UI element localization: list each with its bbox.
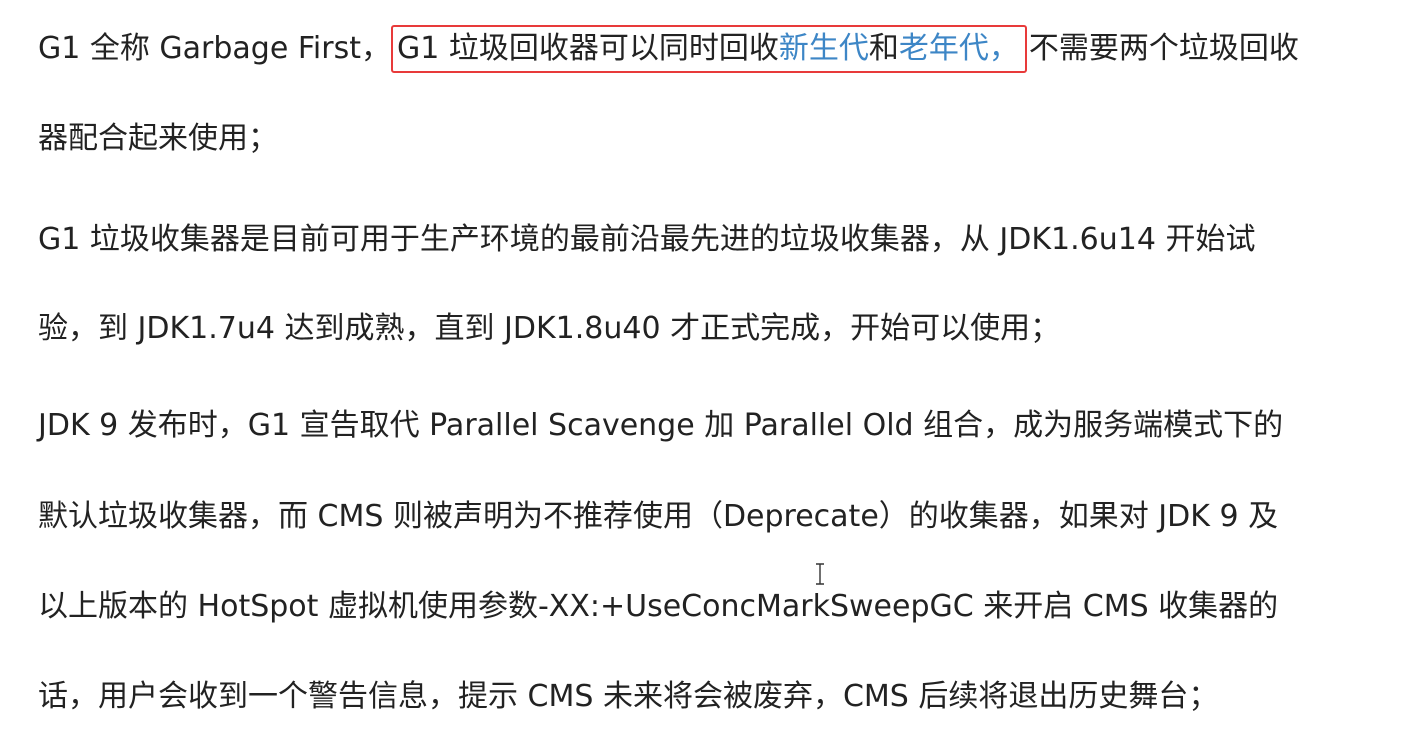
paragraph-1-tail-text: 不需要两个垃圾回收 [1028,31,1299,66]
paragraph-2-line-2: 验，到 JDK1.7u4 达到成熟，直到 JDK1.8u40 才正式完成，开始可… [38,311,1061,346]
paragraph-1-intro-text: G1 全称 Garbage First， [38,31,391,66]
paragraph-2-line-1: G1 垃圾收集器是目前可用于生产环境的最前沿最先进的垃圾收集器，从 JDK1.6… [38,222,1256,257]
term-old-generation: 老年代 [898,31,989,66]
term-young-generation: 新生代 [778,31,869,66]
highlight-text: G1 垃圾回收器可以同时回收 [396,31,779,66]
highlight-end-punct: ， [988,31,1019,66]
connector-text: 和 [868,31,899,66]
paragraph-3-line-2: 默认垃圾收集器，而 CMS 则被声明为不推荐使用（Deprecate）的收集器，… [38,499,1279,534]
highlight-box: G1 垃圾回收器可以同时回收新生代和老年代， [390,25,1027,73]
text-cursor-icon [816,563,824,585]
paragraph-1-line-1: G1 全称 Garbage First， G1 垃圾回收器可以同时回收新生代和老年… [38,25,1299,73]
paragraph-1-line-2: 器配合起来使用； [38,121,278,156]
paragraph-3-line-3: 以上版本的 HotSpot 虚拟机使用参数-XX:+UseConcMarkSwe… [38,589,1279,624]
paragraph-3-line-4: 话，用户会收到一个警告信息，提示 CMS 未来将会被废弃，CMS 后续将退出历史… [38,679,1219,714]
paragraph-3-line-1: JDK 9 发布时，G1 宣告取代 Parallel Scavenge 加 Pa… [38,408,1284,443]
